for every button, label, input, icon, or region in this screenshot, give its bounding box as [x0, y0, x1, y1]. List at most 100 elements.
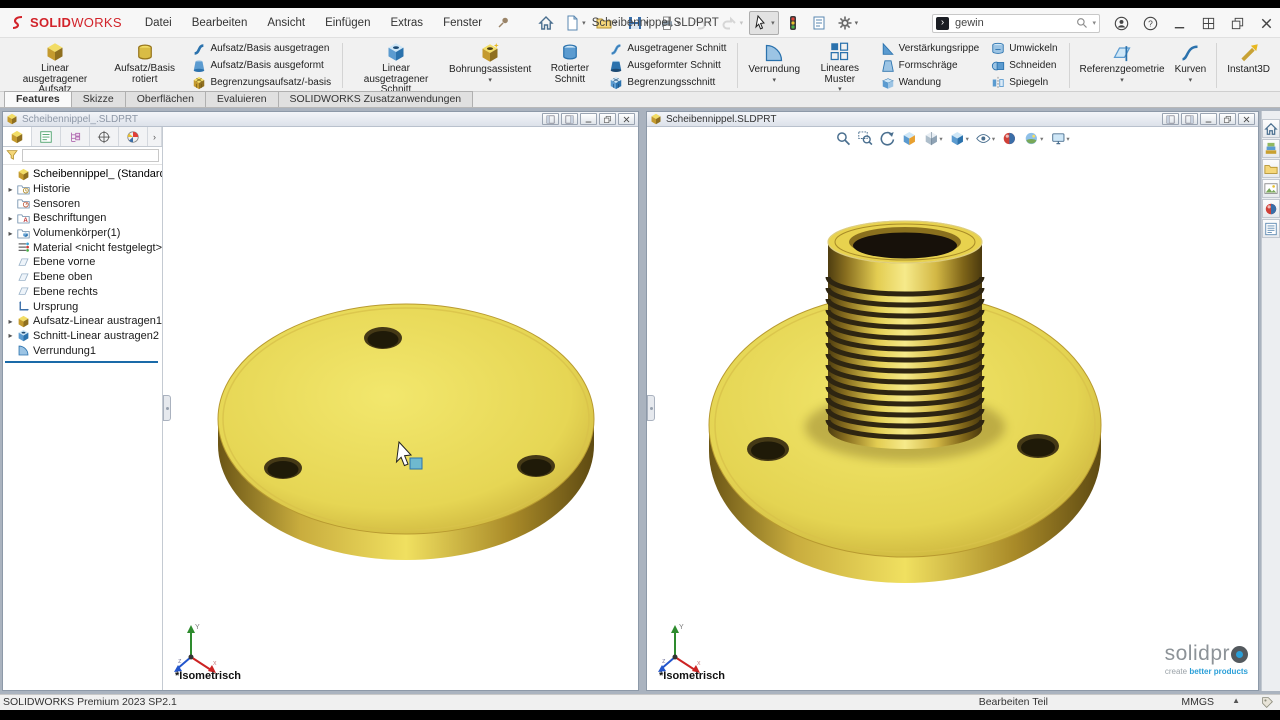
ribbon-button-begrenzungsschnitt[interactable]: Begrenzungsschnitt — [607, 75, 728, 91]
minimize-button[interactable] — [1200, 113, 1217, 125]
taskpane-file-explorer-button[interactable] — [1262, 159, 1280, 178]
restore-button[interactable] — [1219, 113, 1236, 125]
ribbon-button-formschrage[interactable]: Formschräge — [879, 58, 982, 74]
tab-solidworks-zusatzanwendungen[interactable]: SOLIDWORKS Zusatzanwendungen — [278, 91, 474, 107]
menu-item-einfugen[interactable]: Einfügen — [316, 13, 379, 33]
tree-item-ebene-vorne[interactable]: Ebene vorne — [5, 255, 162, 270]
rollback-bar[interactable] — [5, 361, 158, 363]
status-units-arrow[interactable]: ▲ — [1232, 696, 1240, 705]
view-settings-dropdown-arrow[interactable]: ▾ — [1066, 135, 1069, 143]
home-button[interactable] — [534, 11, 558, 35]
expander-icon[interactable]: ▸ — [5, 229, 16, 238]
tab-features[interactable]: Features — [4, 91, 72, 107]
select-button[interactable]: ▾ — [749, 11, 779, 35]
search-icon[interactable] — [1076, 17, 1088, 29]
close-button[interactable] — [1238, 113, 1255, 125]
search-dropdown-arrow[interactable]: ▾ — [1092, 19, 1096, 27]
redo-dropdown-arrow[interactable]: ▾ — [740, 19, 744, 27]
taskpane-home-button[interactable] — [1262, 119, 1280, 138]
minimize-button[interactable] — [580, 113, 597, 125]
tree-item-material-nicht-festgelegt[interactable]: Material <nicht festgelegt> — [5, 240, 162, 255]
filter-input[interactable] — [22, 149, 159, 162]
zoom-to-fit-button[interactable] — [835, 131, 850, 146]
ribbon-button-verrundung[interactable]: Verrundung▾ — [743, 40, 805, 91]
ribbon-button-kurven[interactable]: Kurven▾ — [1170, 40, 1212, 91]
file-properties-button[interactable] — [807, 11, 831, 35]
expander-icon[interactable]: ▸ — [5, 331, 16, 340]
fm-tab-propertymanager[interactable] — [32, 127, 61, 146]
tree-filter[interactable] — [3, 147, 162, 165]
taskpane-appearances-button[interactable] — [1262, 199, 1280, 218]
tree-item-ebene-oben[interactable]: Ebene oben — [5, 270, 162, 285]
dropdown-arrow[interactable]: ▾ — [1120, 76, 1124, 85]
ribbon-button-ausgetragener-schnitt[interactable]: Ausgetragener Schnitt — [607, 41, 728, 57]
tab-skizze[interactable]: Skizze — [71, 91, 126, 107]
tree-item-historie[interactable]: ▸Historie — [5, 182, 162, 197]
options-dropdown-arrow[interactable]: ▾ — [855, 19, 859, 27]
search-box[interactable]: › ▾ — [932, 14, 1100, 33]
right-model-viewport[interactable]: Y x z ▾▾▾▾▾ *Isometrisch solidpr — [647, 127, 1258, 690]
menu-item-extras[interactable]: Extras — [381, 13, 432, 33]
fm-tab-dimxpertmanager[interactable] — [90, 127, 119, 146]
pane-right-button[interactable] — [561, 113, 578, 125]
minimize-button[interactable] — [1172, 16, 1187, 31]
taskpane-view-palette-button[interactable] — [1262, 179, 1280, 198]
ribbon-button-spiegeln[interactable]: Spiegeln — [989, 75, 1059, 91]
rebuild-button[interactable] — [781, 11, 805, 35]
ribbon-button-instant3d[interactable]: Instant3D — [1222, 40, 1275, 91]
ribbon-button-aufsatz-basis-ausgetragen[interactable]: Aufsatz/Basis ausgetragen — [190, 41, 333, 57]
tree-item-volumenkorper-1[interactable]: ▸Volumenkörper(1) — [5, 226, 162, 241]
pin-icon[interactable] — [497, 16, 510, 29]
ribbon-button-lineares-muster[interactable]: Lineares Muster▾ — [805, 40, 875, 91]
new-document-button[interactable]: ▾ — [560, 11, 590, 35]
fm-tab-displaymanager[interactable] — [119, 127, 148, 146]
ribbon-button-aufsatz-basis-rotiert[interactable]: Aufsatz/Basis rotiert — [103, 40, 186, 91]
apply-scene-button[interactable]: ▾ — [1024, 131, 1043, 146]
taskpane-design-library-button[interactable] — [1262, 139, 1280, 158]
menu-item-bearbeiten[interactable]: Bearbeiten — [183, 13, 257, 33]
menu-item-datei[interactable]: Datei — [136, 13, 181, 33]
pane-right-button[interactable] — [1181, 113, 1198, 125]
expander-icon[interactable]: ▸ — [5, 185, 16, 194]
options-button[interactable]: ▾ — [833, 11, 863, 35]
tree-item-aufsatz-linear-austragen1[interactable]: ▸Aufsatz-Linear austragen1 — [5, 314, 162, 329]
tab-evaluieren[interactable]: Evaluieren — [205, 91, 279, 107]
tab-oberflachen[interactable]: Oberflächen — [125, 91, 206, 107]
ribbon-button-linear-ausgetragener-schnitt[interactable]: Linear ausgetragener Schnitt — [348, 40, 444, 91]
close-button[interactable] — [1259, 16, 1274, 31]
hide-show-items-dropdown-arrow[interactable]: ▾ — [992, 135, 995, 143]
display-style-dropdown-arrow[interactable]: ▾ — [966, 135, 969, 143]
fm-tab-configurationmanager[interactable] — [61, 127, 90, 146]
redo-button[interactable]: ▾ — [718, 11, 748, 35]
status-units[interactable]: MMGS — [1181, 696, 1214, 708]
ribbon-button-begrenzungsaufsatz-basis[interactable]: Begrenzungsaufsatz/-basis — [190, 75, 333, 91]
tree-item-schnitt-linear-austragen2[interactable]: ▸Schnitt-Linear austragen2 — [5, 329, 162, 344]
edit-appearance-button[interactable] — [1002, 131, 1017, 146]
section-view-button[interactable] — [901, 131, 916, 146]
featuremanager-collapse-handle[interactable] — [647, 395, 655, 421]
restore-button[interactable] — [1230, 16, 1245, 31]
menu-item-ansicht[interactable]: Ansicht — [258, 13, 314, 33]
select-dropdown-arrow[interactable]: ▾ — [771, 19, 775, 27]
ribbon-button-ausgeformter-schnitt[interactable]: Ausgeformter Schnitt — [607, 58, 728, 74]
tree-item-verrundung1[interactable]: Verrundung1 — [5, 343, 162, 358]
view-settings-button[interactable]: ▾ — [1050, 131, 1069, 146]
view-orientation-dropdown-arrow[interactable]: ▾ — [939, 135, 942, 143]
tree-item-ebene-rechts[interactable]: Ebene rechts — [5, 285, 162, 300]
pane-left-button[interactable] — [1162, 113, 1179, 125]
previous-view-button[interactable] — [879, 131, 894, 146]
display-style-button[interactable]: ▾ — [950, 131, 969, 146]
tree-item-sensoren[interactable]: Sensoren — [5, 196, 162, 211]
right-window-titlebar[interactable]: Scheibennippel.SLDPRT — [647, 112, 1258, 127]
dropdown-arrow[interactable]: ▾ — [1189, 76, 1193, 85]
ribbon-button-bohrungsassistent[interactable]: Bohrungsassistent▾ — [444, 40, 536, 91]
search-input[interactable] — [953, 16, 1072, 30]
view-orientation-button[interactable]: ▾ — [923, 131, 942, 146]
fm-tab-featuremanager[interactable] — [3, 127, 32, 146]
layout-button[interactable] — [1201, 16, 1216, 31]
fm-tabs-expand-arrow[interactable]: › — [148, 127, 162, 146]
ribbon-button-linear-ausgetragener-aufsatz[interactable]: Linear ausgetragener Aufsatz — [7, 40, 103, 91]
featuremanager-collapse-handle[interactable] — [163, 395, 171, 421]
ribbon-button-referenzgeometrie[interactable]: Referenzgeometrie▾ — [1075, 40, 1170, 91]
ribbon-button-aufsatz-basis-ausgeformt[interactable]: Aufsatz/Basis ausgeformt — [190, 58, 333, 74]
